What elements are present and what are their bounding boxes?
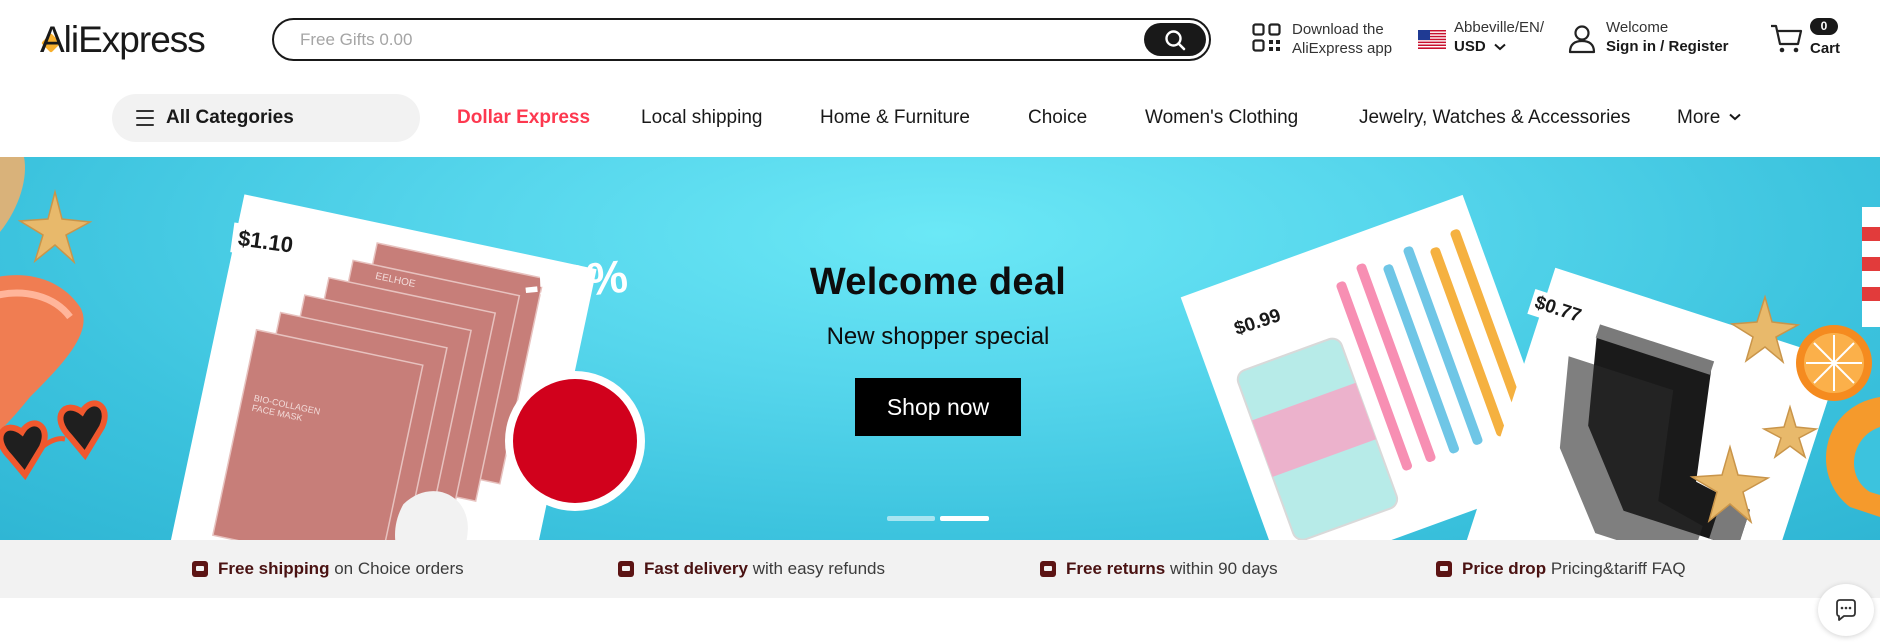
benefit-text: with easy refunds: [752, 559, 885, 578]
hero-title: Welcome deal: [809, 261, 1067, 303]
benefit-free-returns[interactable]: Free returns within 90 days: [1040, 559, 1278, 579]
chevron-down-icon: [1728, 113, 1741, 121]
benefit-bold: Price drop: [1462, 559, 1547, 578]
us-flag-icon: [1418, 30, 1446, 49]
chat-support-button[interactable]: [1818, 584, 1874, 636]
menu-icon: [136, 110, 154, 126]
price-drop-icon: [1436, 561, 1452, 577]
chat-icon: [1836, 599, 1856, 621]
all-categories-button[interactable]: All Categories: [112, 94, 420, 142]
qr-code-icon: [1252, 23, 1281, 52]
app-download-line2: AliExpress app: [1292, 40, 1393, 57]
category-nav: All Categories Dollar Express Local ship…: [0, 88, 1880, 148]
cart-count-badge: 0: [1810, 18, 1838, 35]
user-icon: [1568, 25, 1596, 54]
benefit-bold: Fast delivery: [644, 559, 748, 578]
cart-icon: [1771, 24, 1803, 53]
aliexpress-logo[interactable]: AliExpress: [40, 18, 206, 62]
carousel-dot-1[interactable]: [887, 516, 935, 521]
nav-womens-clothing[interactable]: Women's Clothing: [1145, 107, 1298, 129]
search-button[interactable]: [1144, 23, 1206, 56]
currency-label: USD: [1454, 38, 1486, 55]
welcome-text: Welcome: [1606, 19, 1669, 36]
carousel-dot-2-active[interactable]: [940, 516, 989, 521]
benefits-bar: Free shipping on Choice orders Fast deli…: [0, 540, 1880, 598]
return-icon: [1040, 561, 1056, 577]
benefit-text: within 90 days: [1169, 559, 1278, 578]
starfish-decoration: [17, 189, 93, 265]
app-download-line1: Download the: [1292, 21, 1384, 38]
search-input[interactable]: [300, 28, 1080, 52]
benefit-fast-delivery[interactable]: Fast delivery with easy refunds: [618, 559, 885, 579]
benefit-price-drop[interactable]: Price drop Pricing&tariff FAQ: [1436, 559, 1686, 579]
nav-local-shipping[interactable]: Local shipping: [641, 107, 762, 129]
locale-region: Abbeville/EN/: [1454, 19, 1545, 36]
nav-more-label: More: [1677, 107, 1721, 128]
box-icon: [618, 561, 634, 577]
hero-subtitle: New shopper special: [826, 323, 1050, 350]
benefit-text: Pricing&tariff FAQ: [1550, 559, 1686, 578]
truck-icon: [192, 561, 208, 577]
sign-in-register-link[interactable]: Sign in / Register: [1606, 38, 1729, 55]
benefit-free-shipping[interactable]: Free shipping on Choice orders: [192, 559, 464, 579]
shop-now-button[interactable]: Shop now: [855, 378, 1021, 436]
nav-more[interactable]: More: [1677, 107, 1741, 129]
search-icon: [1165, 30, 1186, 51]
search-bar: [272, 18, 1211, 61]
top-header: AliExpress Download the AliExpress app: [0, 0, 1880, 82]
cart-label: Cart: [1810, 40, 1841, 57]
nav-jewelry-watches[interactable]: Jewelry, Watches & Accessories: [1359, 107, 1630, 129]
nav-home-furniture[interactable]: Home & Furniture: [820, 107, 970, 129]
all-categories-label: All Categories: [166, 107, 294, 128]
hero-banner[interactable]: $1.10 EELHOE BIO-COLLAGEN FACE MASK -53%…: [0, 157, 1880, 540]
nav-dollar-express[interactable]: Dollar Express: [457, 107, 590, 129]
nav-choice[interactable]: Choice: [1028, 107, 1087, 129]
benefit-bold: Free shipping: [218, 559, 330, 578]
benefit-bold: Free returns: [1066, 559, 1166, 578]
chevron-down-icon: [1494, 43, 1506, 51]
benefit-text: on Choice orders: [334, 559, 464, 578]
sunglasses-decoration: [0, 400, 108, 481]
